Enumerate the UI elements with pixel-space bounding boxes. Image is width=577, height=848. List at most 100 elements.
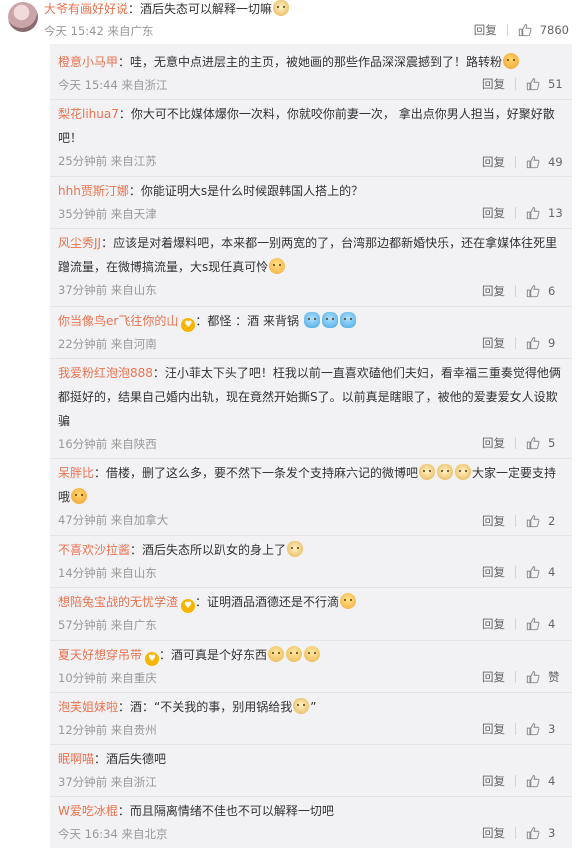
reply-list: 橙意小马甲：哇，无意中点进层主的主页，被她画的那些作品深深震撼到了！路转粉 今天… bbox=[50, 44, 572, 848]
reply-username[interactable]: 不喜欢沙拉酱 bbox=[58, 543, 130, 557]
reply-button[interactable]: 回复 bbox=[482, 667, 515, 687]
reply-username[interactable]: hhh贾斯汀娜 bbox=[58, 184, 129, 198]
divider bbox=[50, 535, 572, 536]
divider bbox=[515, 207, 516, 219]
reply-button[interactable]: 回复 bbox=[482, 614, 515, 634]
sad-emoji bbox=[304, 646, 321, 662]
reply-username[interactable]: W爱吃冰棍 bbox=[58, 804, 118, 818]
reply-button[interactable]: 回复 bbox=[482, 719, 515, 739]
reply-time: 57分钟前 bbox=[58, 618, 108, 632]
reply-time: 25分钟前 bbox=[58, 154, 108, 168]
divider bbox=[515, 566, 516, 578]
divider bbox=[50, 306, 572, 307]
fan-badge-icon: ♥ bbox=[181, 599, 196, 613]
like-button[interactable]: 赞 bbox=[526, 667, 564, 687]
cat-face-emoji bbox=[273, 0, 290, 16]
reply-item: W爱吃冰棍：而且隔离情绪不佳也不可以解释一切吧 今天 16:34 来自北京 回复… bbox=[58, 799, 564, 843]
reply-time: 47分钟前 bbox=[58, 513, 108, 527]
thumbs-up-icon bbox=[526, 285, 540, 298]
reply-username[interactable]: 风尘秀JJ bbox=[58, 236, 101, 250]
reply-location: 来自广东 bbox=[110, 618, 157, 632]
thumbs-up-icon bbox=[526, 827, 540, 840]
reply-time: 37分钟前 bbox=[58, 775, 108, 789]
reply-username[interactable]: 眠啊喵 bbox=[58, 752, 94, 766]
laugh-cry-emoji bbox=[269, 258, 286, 274]
like-count: 3 bbox=[548, 826, 556, 840]
like-count: 2 bbox=[548, 514, 556, 528]
reply-location: 来自山东 bbox=[110, 283, 157, 297]
reply-time: 16分钟前 bbox=[58, 437, 108, 451]
reply-button[interactable]: 回复 bbox=[482, 203, 515, 223]
like-count: 3 bbox=[548, 722, 556, 736]
reply-button[interactable]: 回复 bbox=[482, 333, 515, 353]
reply-button[interactable]: 回复 bbox=[482, 562, 515, 582]
reply-username[interactable]: 橙意小马甲 bbox=[58, 55, 118, 69]
reply-button[interactable]: 回复 bbox=[482, 771, 515, 791]
divider bbox=[515, 775, 516, 787]
reply-username[interactable]: 夏天好想穿吊带 bbox=[58, 648, 142, 662]
divider bbox=[515, 827, 516, 839]
reply-button[interactable]: 回复 bbox=[482, 74, 515, 94]
cat-face-emoji bbox=[293, 698, 310, 714]
reply-time: 22分钟前 bbox=[58, 337, 108, 351]
reply-username[interactable]: 泡芙姐妹啦 bbox=[58, 700, 118, 714]
cat-face-emoji bbox=[437, 464, 454, 480]
divider bbox=[515, 437, 516, 449]
like-button[interactable]: 5 bbox=[526, 433, 564, 453]
like-button[interactable]: 9 bbox=[526, 333, 564, 353]
reply-button[interactable]: 回复 bbox=[482, 152, 515, 172]
reply-time: 今天 16:34 bbox=[58, 827, 118, 841]
thumbs-up-icon bbox=[526, 437, 540, 450]
reply-username[interactable]: 想陪兔宝战的无忧学渣 bbox=[58, 595, 178, 609]
comment-thread: 大爷有画好好说：酒后失态可以解释一切嘛 今天 15:42 来自广东 回复 786… bbox=[0, 0, 577, 848]
thumbs-up-icon bbox=[526, 207, 540, 220]
reply-text: ：酒：“不关我的事，别用锅给我 bbox=[118, 700, 293, 714]
reply-location: 来自北京 bbox=[121, 827, 168, 841]
fan-badge-icon: ♥ bbox=[181, 318, 196, 332]
like-button[interactable]: 2 bbox=[526, 511, 564, 531]
reply-text: ：酒后失德吧 bbox=[94, 752, 167, 766]
avatar[interactable] bbox=[8, 2, 38, 32]
like-button[interactable]: 13 bbox=[526, 203, 564, 223]
main-comment-username[interactable]: 大爷有画好好说 bbox=[44, 2, 128, 16]
like-button[interactable]: 3 bbox=[526, 823, 564, 843]
like-button[interactable]: 7860 bbox=[518, 20, 569, 40]
reply-location: 来自贵州 bbox=[110, 723, 157, 737]
like-button[interactable]: 51 bbox=[526, 74, 564, 94]
like-button[interactable]: 4 bbox=[526, 771, 564, 791]
like-count: 赞 bbox=[548, 670, 560, 684]
reply-button[interactable]: 回复 bbox=[474, 20, 507, 40]
laugh-cry-emoji bbox=[340, 593, 357, 609]
fans-emoji bbox=[321, 312, 338, 328]
divider bbox=[515, 618, 516, 630]
like-button[interactable]: 4 bbox=[526, 562, 564, 582]
reply-location: 来自加拿大 bbox=[110, 513, 169, 527]
main-comment-location: 来自广东 bbox=[107, 24, 154, 38]
reply-item: 你当像鸟er飞往你的山 ♥ ：都怪 ：酒 来背锅 22分钟前 来自河南 回复 9 bbox=[58, 309, 564, 353]
thumbs-up-icon bbox=[526, 156, 540, 169]
divider bbox=[50, 587, 572, 588]
divider bbox=[50, 228, 572, 229]
reply-button[interactable]: 回复 bbox=[482, 433, 515, 453]
thumbs-up-icon bbox=[526, 618, 540, 631]
reply-button[interactable]: 回复 bbox=[482, 511, 515, 531]
reply-username[interactable]: 你当像鸟er飞往你的山 bbox=[58, 314, 178, 328]
reply-button[interactable]: 回复 bbox=[482, 281, 515, 301]
like-button[interactable]: 49 bbox=[526, 152, 564, 172]
reply-text: ：哇，无意中点进层主的主页，被她画的那些作品深深震撼到了！路转粉 bbox=[118, 55, 503, 69]
reply-item: 泡芙姐妹啦：酒：“不关我的事，别用锅给我 ” 12分钟前 来自贵州 回复 3 bbox=[58, 695, 564, 739]
reply-button[interactable]: 回复 bbox=[482, 823, 515, 843]
like-button[interactable]: 4 bbox=[526, 614, 564, 634]
reply-location: 来自浙江 bbox=[110, 775, 157, 789]
like-button[interactable]: 6 bbox=[526, 281, 564, 301]
kiss-emoji bbox=[503, 53, 520, 69]
reply-username[interactable]: 梨花lihua7 bbox=[58, 107, 119, 121]
reply-text-continued: ” bbox=[310, 700, 317, 714]
reply-username[interactable]: 呆胖比 bbox=[58, 466, 94, 480]
reply-username[interactable]: 我爱粉红泡泡888 bbox=[58, 366, 153, 380]
reply-time: 10分钟前 bbox=[58, 671, 108, 685]
thumbs-up-icon bbox=[526, 775, 540, 788]
like-button[interactable]: 3 bbox=[526, 719, 564, 739]
divider bbox=[50, 744, 572, 745]
reply-text: ：而且隔离情绪不佳也不可以解释一切吧 bbox=[117, 804, 334, 818]
